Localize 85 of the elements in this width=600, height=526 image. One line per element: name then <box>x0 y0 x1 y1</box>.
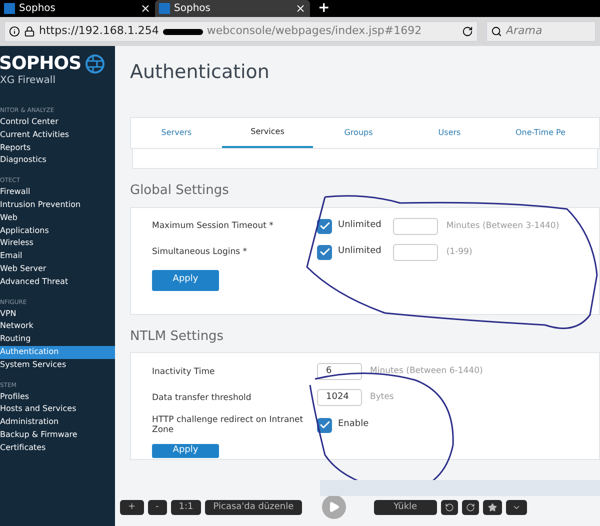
check-icon <box>318 419 330 431</box>
checkbox[interactable] <box>317 218 332 234</box>
field-hint: (1-99) <box>446 246 472 258</box>
nav-item[interactable]: Wireless <box>0 237 115 250</box>
play-icon <box>328 501 340 513</box>
url-field[interactable]: https://192.168.1.254 webconsole/webpages/index.jsp#1692 <box>4 21 478 42</box>
nav-item[interactable]: Web <box>0 212 115 225</box>
input-field[interactable] <box>393 218 438 234</box>
nav-item[interactable]: VPN <box>0 308 115 320</box>
nav-item[interactable]: Firewall <box>0 186 115 199</box>
apply-button[interactable]: Apply <box>152 444 219 458</box>
input-field[interactable]: 1024 <box>317 389 362 406</box>
nav-item[interactable]: Intrusion Prevention <box>0 198 115 212</box>
url-text: webconsole/webpages/index.jsp#1692 <box>206 23 422 40</box>
rotate-right-icon <box>466 502 476 512</box>
upload-button[interactable]: Yükle <box>374 500 438 514</box>
checkbox[interactable] <box>317 244 332 260</box>
nav-item[interactable]: Control Center <box>0 116 115 129</box>
nav-item[interactable]: Applications <box>0 224 115 238</box>
checkbox-label: Enable <box>338 418 369 432</box>
check-icon <box>318 220 330 232</box>
dropdown-button[interactable] <box>506 500 528 514</box>
url-text: https://192.168.1.254 <box>39 23 159 40</box>
rotate-left-icon <box>445 502 454 512</box>
checkbox-label: Unlimited <box>338 219 382 232</box>
field-label: Inactivity Time <box>152 366 216 376</box>
new-tab-button[interactable]: + <box>310 0 338 17</box>
field-label: Simultaneous Logins * <box>152 247 248 257</box>
viewer-button[interactable]: 1:1 <box>170 500 202 514</box>
viewer-button[interactable]: Picasa'da düzenle <box>205 500 302 514</box>
close-icon[interactable] <box>295 3 306 14</box>
field-label: Maximum Session Timeout * <box>152 221 274 231</box>
field-hint: Minutes (Between 6-1440) <box>370 365 483 378</box>
tab[interactable]: Users <box>404 118 495 148</box>
field-label: Data transfer threshold <box>152 392 252 402</box>
nav-item[interactable]: Authentication <box>0 346 115 359</box>
field-label: HTTP challenge redirect on Intranet Zone <box>152 415 304 435</box>
input-field[interactable]: 6 <box>317 363 362 380</box>
nav-item[interactable]: Diagnostics <box>0 154 115 168</box>
viewer-button[interactable]: - <box>148 500 167 514</box>
nav-item[interactable]: Reports <box>0 142 115 154</box>
rotate-right-button[interactable] <box>462 500 480 514</box>
section-title: Global Settings <box>130 182 230 200</box>
field-hint: Minutes (Between 3-1440) <box>446 220 560 232</box>
nav-item[interactable]: Email <box>0 250 115 263</box>
tab-favicon-icon <box>4 3 15 14</box>
page-title: Authentication <box>130 60 270 85</box>
tab-title: Sophos <box>19 2 56 16</box>
product-name: XG Firewall <box>0 76 56 86</box>
globe-logo-icon <box>85 54 106 74</box>
nav-item[interactable]: Network <box>0 320 115 334</box>
reload-icon[interactable] <box>462 26 473 37</box>
lock-icon <box>24 26 35 37</box>
info-icon <box>9 26 20 37</box>
nav-item[interactable]: Administration <box>0 416 115 429</box>
nav-item[interactable]: Current Activities <box>0 128 115 142</box>
tab-title: Sophos <box>174 2 212 16</box>
input-field[interactable] <box>393 244 438 260</box>
nav-item[interactable]: Profiles <box>0 390 115 404</box>
apply-button[interactable]: Apply <box>152 270 219 290</box>
tab[interactable]: One-Time Pe <box>495 118 586 148</box>
nav-item[interactable]: Advanced Threat <box>0 276 115 289</box>
section-title: NTLM Settings <box>130 328 225 346</box>
nav-item[interactable]: Certificates <box>0 442 115 455</box>
close-icon[interactable] <box>140 3 151 14</box>
search-icon <box>491 26 502 37</box>
tab[interactable]: Groups <box>313 118 404 148</box>
nav-item[interactable]: Hosts and Services <box>0 403 115 416</box>
tab-favicon-icon <box>159 3 170 14</box>
checkbox[interactable] <box>317 418 332 432</box>
logo-text: SOPHOS <box>0 55 82 73</box>
field-hint: Bytes <box>370 391 394 404</box>
rotate-left-button[interactable] <box>441 500 458 514</box>
check-icon <box>318 246 330 258</box>
nav-item[interactable]: System Services <box>0 358 115 372</box>
nav-item[interactable]: Backup & Firmware <box>0 428 115 442</box>
tab[interactable]: Servers <box>131 118 222 148</box>
nav-item[interactable]: Routing <box>0 333 115 346</box>
redaction-mark <box>162 28 203 34</box>
checkbox-label: Unlimited <box>338 245 382 258</box>
browser-tab[interactable]: Sophos <box>155 0 310 17</box>
star-button[interactable] <box>483 500 502 514</box>
viewer-button[interactable]: + <box>120 500 144 514</box>
nav-item[interactable]: Web Server <box>0 262 115 276</box>
star-icon <box>488 502 498 512</box>
